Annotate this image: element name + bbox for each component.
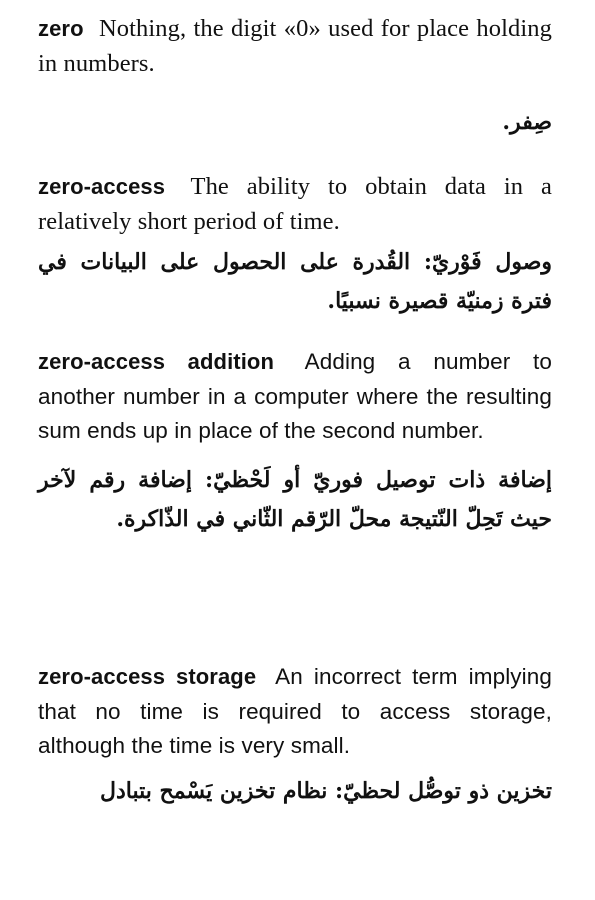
dictionary-entry-zero-access-addition: zero-access addition Adding a number to … bbox=[38, 345, 552, 539]
entry-english: zero-access addition Adding a number to … bbox=[38, 345, 552, 449]
entry-term: zero-access bbox=[38, 174, 166, 199]
dictionary-entry-zero-access: zero-access The ability to obtain data i… bbox=[38, 170, 552, 321]
entry-arabic-translation: صِفر. bbox=[502, 109, 552, 135]
entry-english: zero-access The ability to obtain data i… bbox=[38, 170, 552, 239]
entry-arabic-translation: وصول فَوْريّ: القُدرة على الحصول على الب… bbox=[38, 249, 552, 314]
dictionary-entry-zero: zero Nothing, the digit «0» used for pla… bbox=[38, 12, 552, 142]
entry-english: zero-access storage An incorrect term im… bbox=[38, 660, 552, 764]
entry-arabic-translation: إضافة ذات توصيل فوريّ أو لَحْظيّ: إضافة … bbox=[38, 466, 552, 532]
entry-arabic-translation: تخزين ذو توصُّل لحظيّ: نظام تخزين يَسْمح… bbox=[100, 777, 552, 804]
entry-definition: Nothing, the digit «0» used for place ho… bbox=[38, 15, 552, 77]
entry-term: zero bbox=[38, 16, 84, 41]
entry-english: zero Nothing, the digit «0» used for pla… bbox=[38, 12, 552, 81]
entry-term: zero-access storage bbox=[38, 664, 257, 689]
entry-term: zero-access addition bbox=[38, 349, 275, 374]
dictionary-entry-zero-access-storage: zero-access storage An incorrect term im… bbox=[38, 660, 552, 811]
